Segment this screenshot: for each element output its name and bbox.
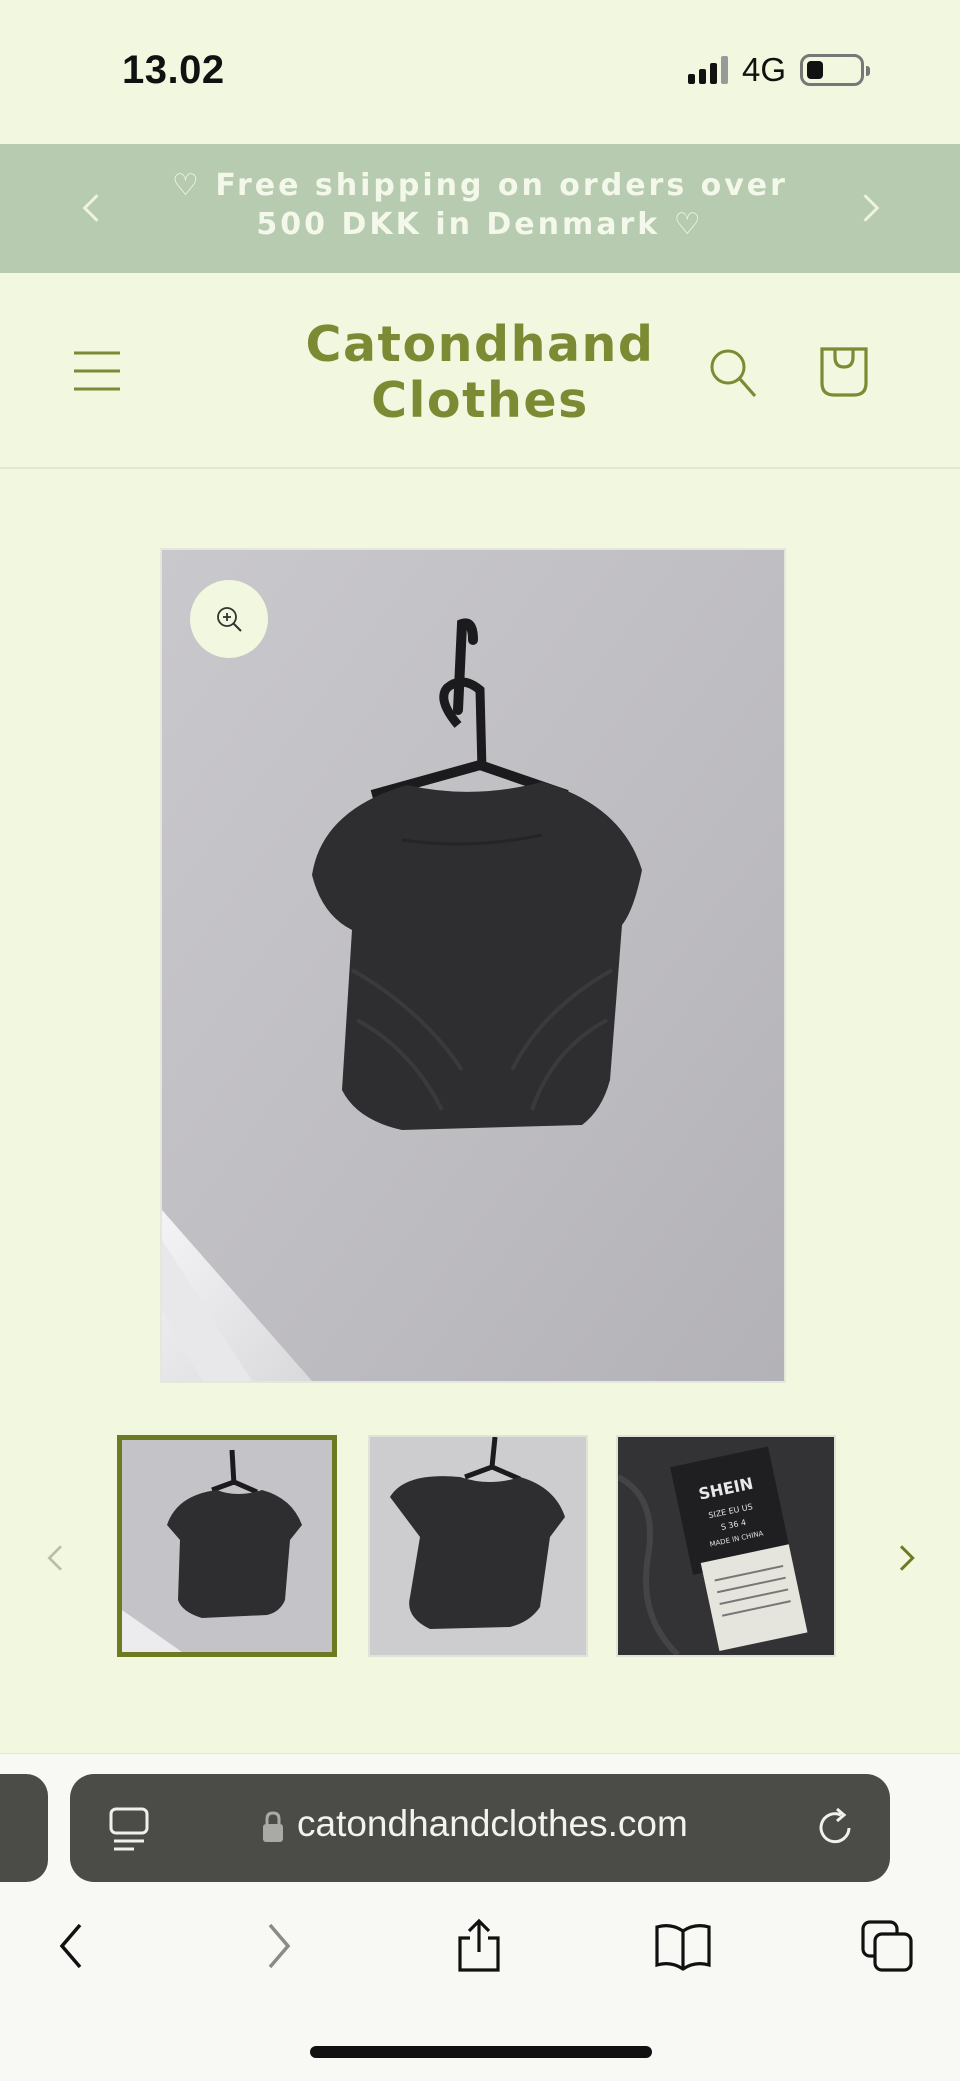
tabs-icon [861,1920,913,1972]
announcement-next-icon[interactable] [848,186,892,230]
cart-icon[interactable] [816,343,872,399]
tabs-button[interactable] [852,1912,922,1980]
home-indicator[interactable] [310,2046,652,2058]
announcement-bar: ♡ Free shipping on orders over 500 DKK i… [0,144,960,273]
share-icon [458,1918,500,1972]
thumbnail-3[interactable]: SHEIN SIZE EU US S 36 4 MADE IN CHINA [616,1435,836,1657]
logo-line-1: Catondhand [305,316,655,373]
zoom-button[interactable] [190,580,268,658]
battery-icon [800,54,871,86]
reload-icon[interactable] [813,1806,857,1850]
forward-button[interactable] [244,1912,314,1980]
zoom-in-icon [217,607,242,632]
site-header: Catondhand Clothes [0,273,960,469]
thumbnail-2[interactable] [368,1435,588,1657]
announcement-prev-icon[interactable] [70,186,114,230]
site-logo[interactable]: Catondhand Clothes [290,317,670,429]
cellular-signal-icon [688,56,728,84]
url-text[interactable]: catondhandclothes.com [297,1803,688,1845]
status-indicators: 4G [688,51,871,88]
lock-icon [262,1810,284,1844]
forward-arrow-icon [268,1923,291,1969]
logo-line-2: Clothes [371,372,589,429]
share-button[interactable] [444,1912,514,1980]
back-button[interactable] [36,1912,106,1980]
network-type: 4G [742,51,787,88]
back-arrow-icon [59,1923,82,1969]
search-icon[interactable] [708,347,758,399]
bookmarks-button[interactable] [648,1912,718,1980]
announcement-text: ♡ Free shipping on orders over 500 DKK i… [172,168,788,242]
thumbnail-prev-icon[interactable] [36,1536,76,1580]
status-bar: 13.02 4G [0,0,960,144]
book-icon [655,1924,711,1971]
thumbnail-next-icon[interactable] [886,1536,926,1580]
status-time: 13.02 [122,48,225,92]
menu-icon[interactable] [72,349,122,393]
thumbnail-1[interactable] [117,1435,337,1657]
reader-mode-icon[interactable] [108,1806,150,1852]
previous-tab-edge[interactable] [0,1774,48,1882]
product-main-image[interactable] [160,548,786,1383]
